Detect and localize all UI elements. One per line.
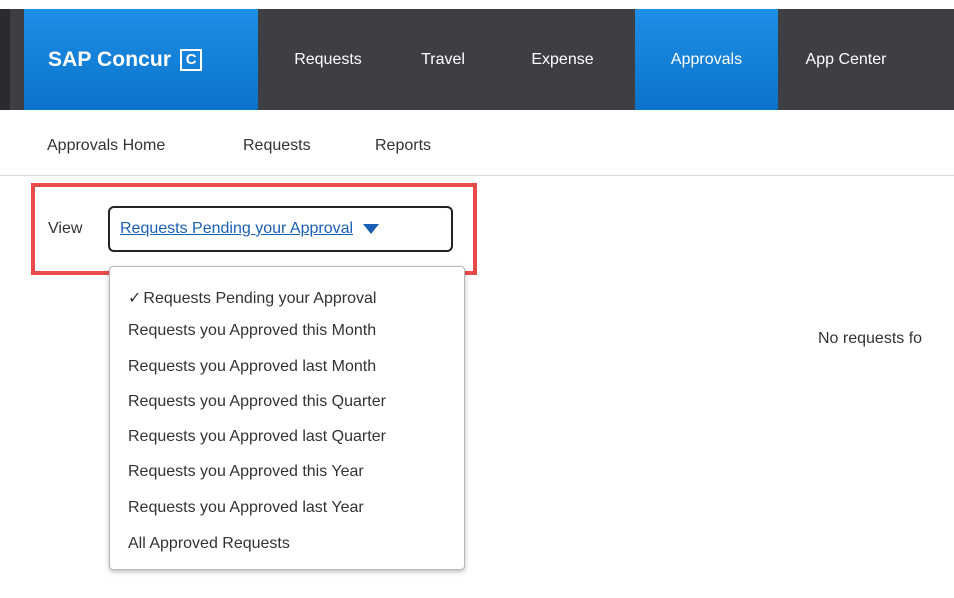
nav-item-label: Expense — [531, 50, 594, 68]
nav-item-requests[interactable]: Requests — [260, 9, 396, 110]
option-label: Requests Pending your Approval — [143, 290, 377, 307]
view-dropdown[interactable]: Requests Pending your Approval — [108, 206, 453, 252]
dropdown-option-approved-this-year[interactable]: Requests you Approved this Year — [128, 463, 364, 481]
view-label: View — [48, 220, 83, 237]
nav-item-label: Requests — [294, 50, 362, 68]
view-dropdown-menu: ✓ Requests Pending your Approval Requests… — [109, 266, 465, 570]
brand-name: SAP Concur — [48, 47, 172, 71]
empty-state-message: No requests fo — [818, 330, 923, 347]
subnav-item-requests[interactable]: Requests — [243, 137, 311, 155]
dropdown-option-approved-last-month[interactable]: Requests you Approved last Month — [128, 358, 376, 376]
dropdown-option-approved-this-month[interactable]: Requests you Approved this Month — [128, 322, 376, 340]
subnav-item-reports[interactable]: Reports — [375, 137, 431, 155]
concur-logo-icon: C — [180, 48, 203, 71]
dropdown-option-approved-this-quarter[interactable]: Requests you Approved this Quarter — [128, 393, 386, 411]
checkmark-icon: ✓ — [128, 290, 142, 307]
nav-item-label: App Center — [805, 50, 887, 68]
nav-item-label: Travel — [421, 50, 465, 68]
nav-item-travel[interactable]: Travel — [396, 9, 490, 110]
dropdown-option-all-approved[interactable]: All Approved Requests — [128, 535, 290, 553]
nav-item-expense[interactable]: Expense — [490, 9, 635, 110]
topbar-edge — [0, 9, 10, 110]
sub-navigation: Approvals Home Requests Reports — [0, 110, 954, 176]
caret-down-icon — [363, 224, 380, 234]
dropdown-option-pending[interactable]: ✓ Requests Pending your Approval — [128, 288, 376, 308]
dropdown-option-approved-last-quarter[interactable]: Requests you Approved last Quarter — [128, 428, 386, 446]
brand-logo[interactable]: SAP Concur C — [24, 9, 258, 110]
nav-item-approvals[interactable]: Approvals — [635, 9, 778, 110]
view-selected-value: Requests Pending your Approval — [120, 220, 354, 237]
nav-item-label: Approvals — [670, 50, 743, 68]
nav-item-app-center[interactable]: App Center — [778, 9, 914, 110]
dropdown-option-approved-last-year[interactable]: Requests you Approved last Year — [128, 499, 364, 517]
subnav-item-approvals-home[interactable]: Approvals Home — [47, 137, 165, 155]
